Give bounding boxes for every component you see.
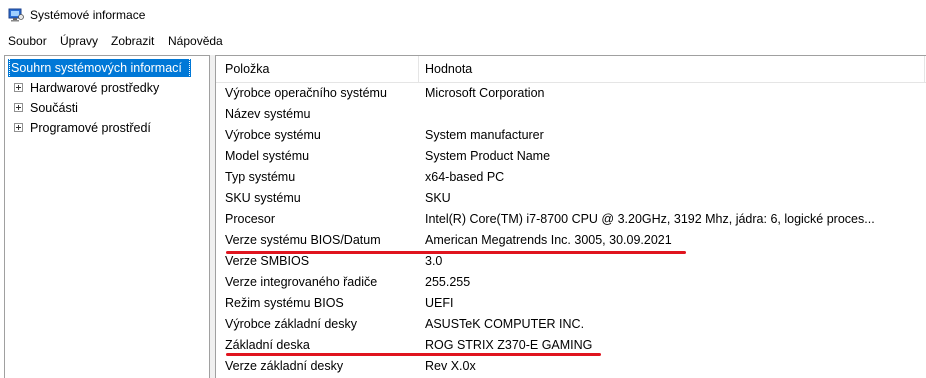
- row-item: Režim systému BIOS: [225, 296, 344, 310]
- category-tree[interactable]: Souhrn systémových informací Hardwarové …: [4, 55, 210, 378]
- row-item: Výrobce základní desky: [225, 317, 358, 331]
- row-item: Procesor: [225, 212, 276, 226]
- row-value: Rev X.0x: [425, 359, 476, 373]
- tree-item-system-summary[interactable]: Souhrn systémových informací: [8, 59, 191, 77]
- menu-help-label: Nápověda: [168, 34, 223, 48]
- table-row[interactable]: Procesor Intel(R) Core(TM) i7-8700 CPU @…: [216, 209, 926, 230]
- tree-item-label: Součásti: [30, 101, 78, 115]
- column-header-item[interactable]: Položka: [225, 56, 269, 83]
- row-item: Výrobce operačního systému: [225, 86, 387, 100]
- row-value: 255.255: [425, 275, 471, 289]
- row-item: Výrobce systému: [225, 128, 321, 142]
- tree-item-label: Hardwarové prostředky: [30, 81, 160, 95]
- title-bar: Systémové informace: [0, 0, 926, 31]
- table-row-bios[interactable]: Verze systému BIOS/Datum American Megatr…: [216, 230, 926, 251]
- menu-edit[interactable]: Úpravy: [60, 34, 98, 48]
- row-item: Verze SMBIOS: [225, 254, 310, 268]
- row-item: SKU systému: [225, 191, 301, 205]
- menu-bar: Soubor Úpravy Zobrazit Nápověda: [0, 31, 926, 52]
- row-item: Verze základní desky: [225, 359, 344, 373]
- annotation-underline: [226, 251, 686, 254]
- tree-item-software-environment[interactable]: Programové prostředí: [5, 119, 205, 137]
- table-row[interactable]: Verze SMBIOS 3.0: [216, 251, 926, 272]
- table-row[interactable]: Režim systému BIOS UEFI: [216, 293, 926, 314]
- menu-view-label: Zobrazit: [111, 34, 155, 48]
- expand-plus-icon[interactable]: [14, 83, 23, 92]
- row-item: Verze integrovaného řadiče: [225, 275, 378, 289]
- system-information-icon: [8, 8, 24, 22]
- tree-item-components[interactable]: Součásti: [5, 99, 205, 117]
- row-value: 3.0: [425, 254, 443, 268]
- window-title: Systémové informace: [30, 8, 146, 22]
- row-value: System Product Name: [425, 149, 551, 163]
- details-list[interactable]: Položka Hodnota Výrobce operačního systé…: [215, 55, 926, 378]
- expand-plus-icon[interactable]: [14, 123, 23, 132]
- column-divider[interactable]: [924, 56, 925, 83]
- row-item: Název systému: [225, 107, 311, 121]
- row-value: SKU: [425, 191, 451, 205]
- row-item: Model systému: [225, 149, 310, 163]
- menu-file-label: Soubor: [8, 34, 47, 48]
- row-item: Verze systému BIOS/Datum: [225, 233, 381, 247]
- table-row[interactable]: Verze základní desky Rev X.0x: [216, 356, 926, 377]
- table-row[interactable]: Výrobce operačního systému Microsoft Cor…: [216, 83, 926, 104]
- expand-plus-icon[interactable]: [14, 103, 23, 112]
- menu-edit-label: Úpravy: [60, 34, 99, 48]
- row-value: x64-based PC: [425, 170, 505, 184]
- table-row[interactable]: Verze integrovaného řadiče 255.255: [216, 272, 926, 293]
- row-value: ASUSTeK COMPUTER INC.: [425, 317, 585, 331]
- table-row[interactable]: Výrobce systému System manufacturer: [216, 125, 926, 146]
- row-value: System manufacturer: [425, 128, 544, 142]
- annotation-underline: [226, 353, 601, 356]
- row-value: UEFI: [425, 296, 454, 310]
- row-item: Typ systému: [225, 170, 296, 184]
- table-row[interactable]: Výrobce základní desky ASUSTeK COMPUTER …: [216, 314, 926, 335]
- tree-item-hardware-resources[interactable]: Hardwarové prostředky: [5, 79, 205, 97]
- row-value: American Megatrends Inc. 3005, 30.09.202…: [425, 233, 672, 247]
- menu-view[interactable]: Zobrazit: [111, 34, 154, 48]
- table-row[interactable]: Název systému: [216, 104, 926, 125]
- column-divider[interactable]: [418, 56, 419, 83]
- column-header-value[interactable]: Hodnota: [425, 56, 472, 83]
- row-value: Microsoft Corporation: [425, 86, 545, 100]
- table-row[interactable]: Model systému System Product Name: [216, 146, 926, 167]
- tree-item-label: Souhrn systémových informací: [9, 59, 190, 77]
- tree-item-label: Programové prostředí: [30, 121, 151, 135]
- row-value: Intel(R) Core(TM) i7-8700 CPU @ 3.20GHz,…: [425, 212, 875, 226]
- table-row[interactable]: Typ systému x64-based PC: [216, 167, 926, 188]
- menu-file[interactable]: Soubor: [8, 34, 47, 48]
- table-row[interactable]: SKU systému SKU: [216, 188, 926, 209]
- list-header: Položka Hodnota: [216, 56, 926, 83]
- menu-help[interactable]: Nápověda: [168, 34, 223, 48]
